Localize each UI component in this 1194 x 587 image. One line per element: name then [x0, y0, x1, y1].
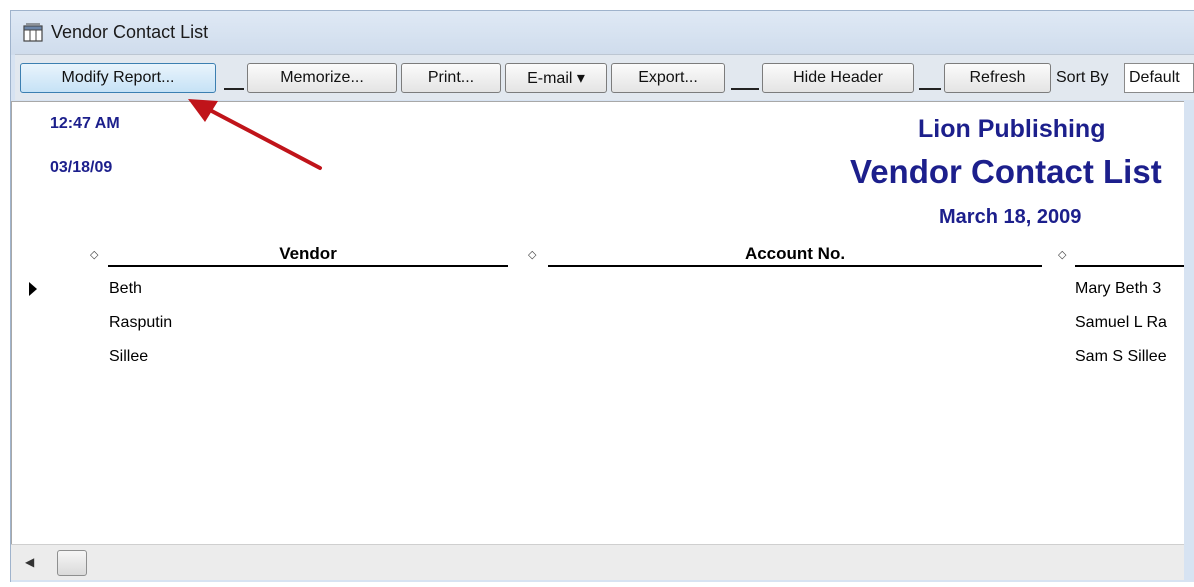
- print-button[interactable]: Print...: [401, 63, 501, 93]
- column-header-vendor[interactable]: Vendor: [108, 244, 508, 264]
- report-date: 03/18/09: [50, 159, 113, 176]
- memorize-button[interactable]: Memorize...: [247, 63, 397, 93]
- report-period: March 18, 2009: [939, 206, 1082, 228]
- window-title: Vendor Contact List: [51, 22, 209, 42]
- toolbar-separator: [224, 88, 244, 90]
- column-resize-diamond-icon[interactable]: ◇: [90, 248, 98, 261]
- cell-vendor[interactable]: Rasputin: [109, 314, 172, 332]
- column-underline: [548, 265, 1042, 267]
- cell-contact[interactable]: Samuel L Ra: [1075, 314, 1184, 332]
- report-body: 12:47 AM 03/18/09 Lion Publishing Vendor…: [11, 101, 1184, 544]
- scroll-left-arrow-icon[interactable]: ◀: [25, 555, 34, 569]
- column-header-account-no[interactable]: Account No.: [548, 244, 1042, 264]
- modify-report-button[interactable]: Modify Report...: [20, 63, 216, 93]
- scrollbar-thumb[interactable]: [57, 550, 87, 576]
- horizontal-scrollbar[interactable]: ◀: [11, 544, 1184, 580]
- sort-by-select[interactable]: Default: [1124, 63, 1194, 93]
- report-time: 12:47 AM: [50, 115, 120, 132]
- company-name: Lion Publishing: [918, 115, 1106, 143]
- report-window-icon: [23, 23, 43, 42]
- toolbar-separator: [919, 88, 941, 90]
- title-bar: Vendor Contact List: [11, 11, 1194, 55]
- sort-by-label: Sort By: [1056, 69, 1109, 86]
- column-underline: [108, 265, 508, 267]
- column-underline: [1075, 265, 1184, 267]
- report-title: Vendor Contact List: [850, 153, 1162, 190]
- column-resize-diamond-icon[interactable]: ◇: [528, 248, 536, 261]
- hide-header-button[interactable]: Hide Header: [762, 63, 914, 93]
- cell-contact[interactable]: Sam S Sillee: [1075, 348, 1184, 366]
- cell-contact[interactable]: Mary Beth 3: [1075, 280, 1184, 298]
- email-button[interactable]: E-mail ▾: [505, 63, 607, 93]
- cell-vendor[interactable]: Beth: [109, 280, 142, 298]
- toolbar-separator: [731, 88, 759, 90]
- refresh-button[interactable]: Refresh: [944, 63, 1051, 93]
- export-button[interactable]: Export...: [611, 63, 725, 93]
- current-row-marker-icon: [29, 282, 37, 296]
- report-toolbar: Modify Report... Memorize... Print... E-…: [15, 54, 1194, 100]
- cell-vendor[interactable]: Sillee: [109, 348, 148, 366]
- column-resize-diamond-icon[interactable]: ◇: [1058, 248, 1066, 261]
